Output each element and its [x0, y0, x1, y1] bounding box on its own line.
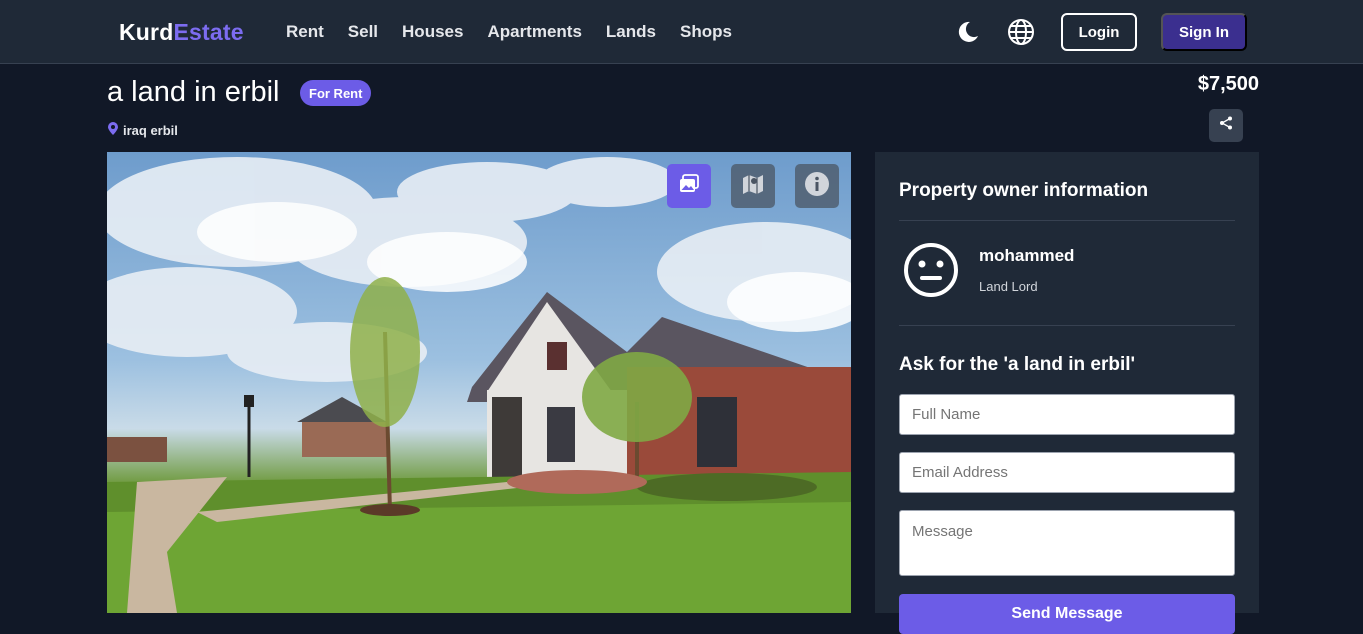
divider [899, 220, 1235, 221]
owner-info-heading: Property owner information [899, 180, 1149, 201]
login-button[interactable]: Login [1061, 13, 1137, 51]
property-price: $7,500 [1197, 73, 1259, 95]
property-photo[interactable] [107, 152, 851, 613]
house-photo-image [107, 157, 851, 613]
owner-role: Land Lord [979, 279, 1038, 294]
nav-houses[interactable]: Houses [402, 22, 463, 42]
gallery-tab[interactable] [667, 164, 711, 208]
share-button[interactable] [1209, 109, 1243, 142]
send-message-button[interactable]: Send Message [899, 594, 1235, 634]
divider [899, 325, 1235, 326]
nav-lands[interactable]: Lands [606, 22, 656, 42]
info-tab[interactable] [795, 164, 839, 208]
inquiry-heading: Ask for the 'a land in erbil' [899, 354, 1136, 375]
nav-sell[interactable]: Sell [348, 22, 378, 42]
main-nav: Rent Sell Houses Apartments Lands Shops [286, 22, 732, 42]
globe-icon[interactable] [1007, 18, 1035, 46]
sign-in-button[interactable]: Sign In [1161, 13, 1247, 51]
email-input[interactable] [899, 452, 1235, 493]
share-icon [1219, 116, 1233, 135]
info-icon [804, 171, 830, 202]
location-text: iraq erbil [123, 122, 178, 138]
full-name-input[interactable] [899, 394, 1235, 435]
brand-part-1: Kurd [119, 19, 174, 45]
map-tab[interactable] [731, 164, 775, 208]
image-icon [678, 173, 700, 200]
message-textarea[interactable] [899, 510, 1235, 576]
brand-part-2: Estate [173, 19, 244, 45]
map-icon [741, 172, 765, 201]
property-location: iraq erbil [108, 122, 178, 138]
nav-rent[interactable]: Rent [286, 22, 324, 42]
moon-icon[interactable] [953, 18, 981, 46]
map-pin-icon [108, 122, 118, 138]
brand-logo[interactable]: KurdEstate [119, 19, 244, 46]
for-rent-badge: For Rent [300, 80, 372, 106]
property-title: a land in erbil [107, 76, 280, 108]
top-navbar: KurdEstate Rent Sell Houses Apartments L… [0, 0, 1363, 64]
owner-sidebar: Property owner information mohammed Land… [875, 152, 1259, 634]
nav-apartments[interactable]: Apartments [487, 22, 581, 42]
neutral-face-icon [903, 242, 959, 298]
nav-shops[interactable]: Shops [680, 22, 732, 42]
owner-name: mohammed [979, 246, 1075, 265]
